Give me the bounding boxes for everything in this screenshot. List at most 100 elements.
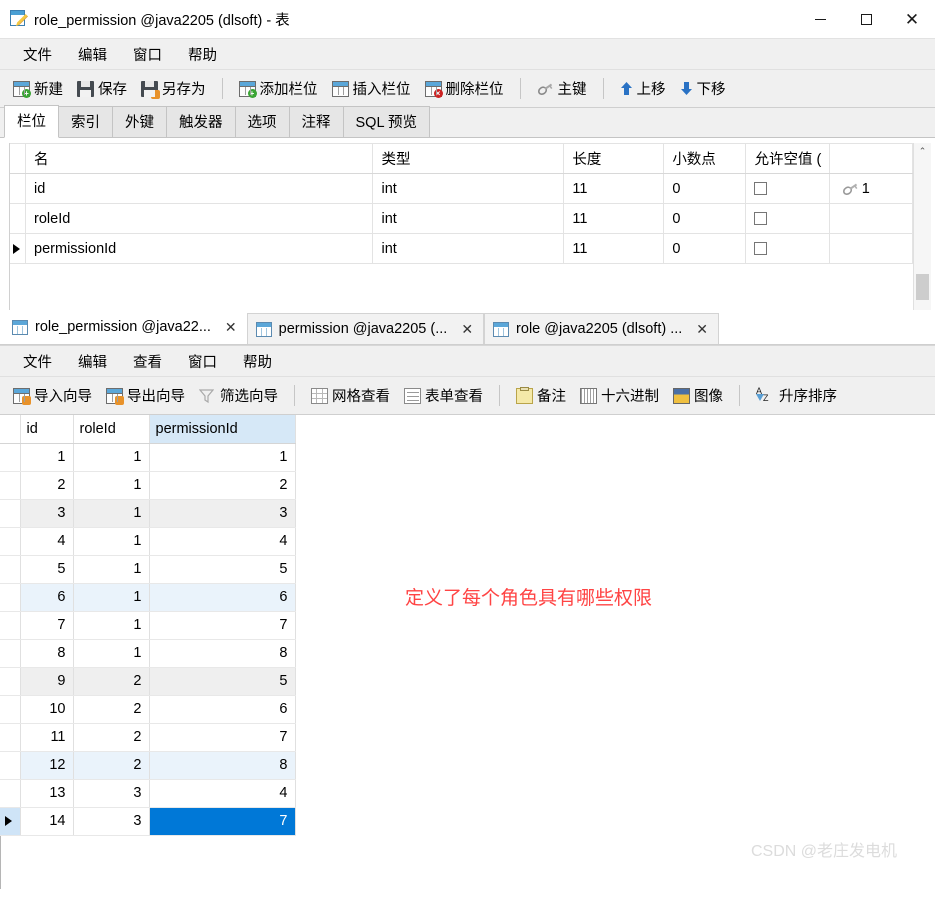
column-header-length[interactable]: 长度 xyxy=(563,143,665,174)
data-menu-item-file[interactable]: 文件 xyxy=(10,347,65,376)
column-header-decimals[interactable]: 小数点 xyxy=(663,143,747,174)
field-length-cell[interactable]: 11 xyxy=(563,233,665,264)
cell-id[interactable]: 7 xyxy=(20,611,74,640)
field-key-cell[interactable] xyxy=(829,233,913,264)
tab-sql-preview[interactable]: SQL 预览 xyxy=(342,106,431,137)
field-length-cell[interactable]: 11 xyxy=(563,203,665,234)
nullable-checkbox[interactable] xyxy=(754,182,768,196)
nullable-checkbox[interactable] xyxy=(754,212,768,226)
minimize-button[interactable] xyxy=(797,0,843,38)
maximize-button[interactable] xyxy=(843,0,889,38)
cell-id[interactable]: 8 xyxy=(20,639,74,668)
cell-id[interactable]: 6 xyxy=(20,583,74,612)
primary-key-button[interactable]: 主键 xyxy=(530,75,594,102)
row-header[interactable] xyxy=(0,751,21,780)
field-length-cell[interactable]: 11 xyxy=(563,173,665,204)
data-menu-item-edit[interactable]: 编辑 xyxy=(65,347,120,376)
table-row[interactable]: 1 1 1 xyxy=(0,443,296,472)
filter-wizard-button[interactable]: 筛选向导 xyxy=(192,382,285,409)
field-type-cell[interactable]: int xyxy=(372,173,565,204)
cell-id[interactable]: 3 xyxy=(20,499,74,528)
cell-roleid[interactable]: 3 xyxy=(73,779,150,808)
table-row[interactable]: 9 2 5 xyxy=(0,667,296,696)
hex-button[interactable]: 十六进制 xyxy=(573,382,666,409)
row-header[interactable] xyxy=(0,527,21,556)
data-column-header-permissionid[interactable]: permissionId xyxy=(149,415,296,444)
move-up-button[interactable]: 上移 xyxy=(613,75,673,102)
image-button[interactable]: 图像 xyxy=(666,382,730,409)
cell-id[interactable]: 10 xyxy=(20,695,74,724)
row-header[interactable] xyxy=(0,807,21,836)
row-header[interactable] xyxy=(0,695,21,724)
close-button[interactable]: ✕ xyxy=(889,0,935,38)
menu-item-help[interactable]: 帮助 xyxy=(175,40,230,69)
cell-permissionid[interactable]: 4 xyxy=(149,527,296,556)
menu-item-edit[interactable]: 编辑 xyxy=(65,40,120,69)
cell-id[interactable]: 2 xyxy=(20,471,74,500)
nullable-checkbox[interactable] xyxy=(754,242,768,256)
cell-id[interactable]: 14 xyxy=(20,807,74,836)
table-row[interactable]: 3 1 3 xyxy=(0,499,296,528)
column-header-nullable[interactable]: 允许空值 ( xyxy=(745,143,830,174)
data-menu-item-help[interactable]: 帮助 xyxy=(230,347,285,376)
cell-id[interactable]: 1 xyxy=(20,443,74,472)
field-decimals-cell[interactable]: 0 xyxy=(663,173,747,204)
table-row[interactable]: 10 2 6 xyxy=(0,695,296,724)
row-header[interactable] xyxy=(0,639,21,668)
cell-permissionid[interactable]: 8 xyxy=(149,751,296,780)
field-nullable-cell[interactable] xyxy=(745,203,830,234)
cell-id[interactable]: 13 xyxy=(20,779,74,808)
table-row[interactable]: 2 1 2 xyxy=(0,471,296,500)
table-row[interactable]: 6 1 6 xyxy=(0,583,296,612)
table-row[interactable]: roleId int 11 0 xyxy=(10,203,913,234)
cell-id[interactable]: 12 xyxy=(20,751,74,780)
cell-roleid[interactable]: 2 xyxy=(73,667,150,696)
tab-triggers[interactable]: 触发器 xyxy=(166,106,236,137)
new-button[interactable]: + 新建 xyxy=(6,75,70,102)
table-row[interactable]: 7 1 7 xyxy=(0,611,296,640)
cell-permissionid[interactable]: 5 xyxy=(149,555,296,584)
save-as-button[interactable]: 另存为 xyxy=(134,75,213,102)
row-header[interactable] xyxy=(0,555,21,584)
cell-roleid[interactable]: 3 xyxy=(73,807,150,836)
table-row[interactable]: 13 3 4 xyxy=(0,779,296,808)
form-view-button[interactable]: 表单查看 xyxy=(397,382,490,409)
grid-view-button[interactable]: 网格查看 xyxy=(304,382,397,409)
field-key-cell[interactable] xyxy=(829,203,913,234)
close-tab-icon[interactable]: ✕ xyxy=(225,319,237,336)
cell-roleid[interactable]: 1 xyxy=(73,555,150,584)
delete-field-button[interactable]: × 删除栏位 xyxy=(418,75,511,102)
field-type-cell[interactable]: int xyxy=(372,203,565,234)
close-tab-icon[interactable]: ✕ xyxy=(461,321,473,338)
data-menu-item-view[interactable]: 查看 xyxy=(120,347,175,376)
cell-roleid[interactable]: 1 xyxy=(73,611,150,640)
note-button[interactable]: 备注 xyxy=(509,382,573,409)
table-row[interactable]: 4 1 4 xyxy=(0,527,296,556)
field-name-cell[interactable]: permissionId xyxy=(25,233,374,264)
document-tab-role-permission[interactable]: role_permission @java22... ✕ xyxy=(4,310,247,344)
field-decimals-cell[interactable]: 0 xyxy=(663,233,747,264)
field-grid-scrollbar[interactable]: ⌃ xyxy=(913,143,931,310)
tab-comment[interactable]: 注释 xyxy=(288,106,344,137)
move-down-button[interactable]: 下移 xyxy=(673,75,733,102)
cell-roleid[interactable]: 2 xyxy=(73,723,150,752)
row-header[interactable] xyxy=(0,443,21,472)
cell-permissionid[interactable]: 7 xyxy=(149,611,296,640)
column-header-key[interactable] xyxy=(829,143,913,174)
row-header[interactable] xyxy=(0,779,21,808)
field-name-cell[interactable]: id xyxy=(25,173,374,204)
column-header-name[interactable]: 名 xyxy=(25,143,374,174)
scrollbar-thumb[interactable] xyxy=(916,274,929,300)
cell-roleid[interactable]: 1 xyxy=(73,583,150,612)
tab-fields[interactable]: 栏位 xyxy=(4,105,59,138)
cell-permissionid[interactable]: 6 xyxy=(149,695,296,724)
column-header-type[interactable]: 类型 xyxy=(372,143,565,174)
data-column-header-roleid[interactable]: roleId xyxy=(73,415,150,444)
cell-roleid[interactable]: 1 xyxy=(73,527,150,556)
add-field-button[interactable]: + 添加栏位 xyxy=(232,75,325,102)
cell-permissionid[interactable]: 5 xyxy=(149,667,296,696)
table-row[interactable]: id int 11 0 1 xyxy=(10,173,913,204)
field-key-cell[interactable]: 1 xyxy=(829,173,913,204)
sort-ascending-button[interactable]: AZ 升序排序 xyxy=(749,382,844,409)
menu-item-file[interactable]: 文件 xyxy=(10,40,65,69)
